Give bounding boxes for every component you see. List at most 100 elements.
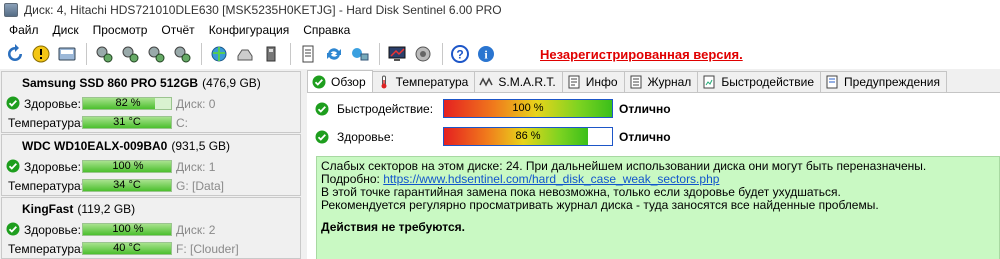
- tab-log[interactable]: Журнал: [623, 71, 699, 92]
- disk-name: KingFast: [22, 202, 74, 216]
- performance-row: Быстродействие: 100 % Отлично: [307, 97, 1000, 121]
- refresh-button[interactable]: [3, 42, 27, 66]
- tab-temperature[interactable]: Температура: [371, 71, 476, 92]
- disk-tools-3-icon: [148, 46, 165, 63]
- ok-check-icon: [315, 130, 329, 144]
- tab-smart[interactable]: S.M.A.R.T.: [474, 71, 563, 92]
- speaker-icon: [415, 46, 431, 62]
- info-icon: [568, 75, 580, 89]
- overview-panel: Быстродействие: 100 % Отлично Здоровье: …: [307, 92, 1000, 259]
- temp-label: Температура:: [8, 115, 85, 130]
- info-details-link[interactable]: https://www.hdsentinel.com/hard_disk_cas…: [383, 172, 719, 186]
- status-info-box: Слабых секторов на этом диске: 24. При д…: [316, 156, 1000, 259]
- health-value: 82 %: [115, 97, 141, 109]
- log-icon: [630, 75, 642, 89]
- disk-entry[interactable]: KingFast (119,2 GB) Здоровье: 100 % Диск…: [1, 197, 301, 259]
- health-label: Здоровье:: [24, 96, 81, 111]
- health-bar: 100 %: [82, 160, 172, 173]
- help-button[interactable]: ?: [448, 42, 472, 66]
- menu-file[interactable]: Файл: [2, 23, 46, 37]
- health-bar: 86 %: [443, 127, 613, 146]
- help-icon: ?: [451, 45, 469, 63]
- disk-index: Диск: 2: [176, 222, 216, 237]
- svg-text:?: ?: [456, 48, 463, 62]
- info-icon: i: [478, 46, 494, 62]
- health-rating: Отлично: [619, 130, 671, 144]
- disk-name: WDC WD10EALX-009BA0: [22, 139, 168, 153]
- health-value: 86 %: [515, 130, 541, 142]
- toolbar-separator: [86, 43, 87, 65]
- refresh-icon: [8, 44, 22, 61]
- info-no-action: Действия не требуются.: [321, 220, 465, 234]
- alert-button[interactable]: [29, 42, 53, 66]
- check-icon: [312, 75, 326, 88]
- disk-health-row: Здоровье: 82 % Диск: 0: [2, 94, 300, 113]
- disk-tools-4-button[interactable]: [170, 42, 194, 66]
- disk-health-row: Здоровье: 100 % Диск: 1: [2, 157, 300, 176]
- drive-button[interactable]: [233, 42, 257, 66]
- health-value: 100 %: [112, 160, 144, 172]
- temp-value: 31 °C: [82, 116, 172, 129]
- ok-check-icon: [6, 159, 20, 173]
- menu-report[interactable]: Отчёт: [154, 23, 201, 37]
- toolbar: ? i Незарегистрированная версия.: [0, 39, 1000, 69]
- health-bar: 100 %: [82, 223, 172, 236]
- volume-label: G: [Data]: [176, 178, 225, 193]
- tab-label: Журнал: [647, 75, 692, 89]
- menu-view[interactable]: Просмотр: [86, 23, 155, 37]
- speaker-button[interactable]: [411, 42, 435, 66]
- disk-tools-4-icon: [174, 46, 191, 63]
- performance-bar: 100 %: [443, 99, 613, 118]
- window-title: Диск: 4, Hitachi HDS721010DLE630 [MSK523…: [24, 3, 502, 17]
- share-button[interactable]: [348, 42, 372, 66]
- disk-index: Диск: 0: [176, 96, 216, 111]
- disk-temp-row: Температура: 31 °C C:: [2, 113, 300, 132]
- disk-header: WDC WD10EALX-009BA0 (931,5 GB): [2, 135, 300, 157]
- disk-temp-row: Температура: 40 °C F: [Clouder]: [2, 239, 300, 258]
- tab-label: Обзор: [331, 74, 366, 89]
- menu-bar: Файл Диск Просмотр Отчёт Конфигурация Сп…: [0, 20, 1000, 39]
- tab-overview[interactable]: Обзор: [307, 70, 373, 92]
- disk-entry[interactable]: WDC WD10EALX-009BA0 (931,5 GB) Здоровье:…: [1, 134, 301, 196]
- monitor-button[interactable]: [385, 42, 409, 66]
- usb-drive-icon: [266, 46, 276, 62]
- disk-size: (476,9 GB): [202, 76, 261, 90]
- disk-health-row: Здоровье: 100 % Диск: 2: [2, 220, 300, 239]
- sync-button[interactable]: [322, 42, 346, 66]
- report-button[interactable]: [296, 42, 320, 66]
- unregistered-link[interactable]: Незарегистрированная версия.: [540, 47, 743, 62]
- tab-warnings[interactable]: Предупреждения: [820, 71, 947, 92]
- temp-label: Температура:: [8, 178, 85, 193]
- menu-help[interactable]: Справка: [296, 23, 357, 37]
- health-label: Здоровье:: [24, 159, 81, 174]
- menu-configuration[interactable]: Конфигурация: [202, 23, 297, 37]
- disk-tools-1-icon: [96, 46, 113, 63]
- tab-info[interactable]: Инфо: [561, 71, 625, 92]
- info-button[interactable]: i: [474, 42, 498, 66]
- network-button[interactable]: [207, 42, 231, 66]
- info-details-prefix: Подробно:: [321, 172, 384, 186]
- disk-name: Samsung SSD 860 PRO 512GB: [22, 76, 199, 90]
- disk-tools-2-button[interactable]: [118, 42, 142, 66]
- health-bar: 82 %: [82, 97, 172, 110]
- usb-drive-button[interactable]: [259, 42, 283, 66]
- temp-value: 34 °C: [82, 179, 172, 192]
- tab-performance[interactable]: Быстродействие: [697, 71, 822, 92]
- volume-label: C:: [176, 115, 188, 130]
- disk-tools-3-button[interactable]: [144, 42, 168, 66]
- sync-icon: [327, 48, 341, 60]
- disk-index: Диск: 1: [176, 159, 216, 174]
- toolbar-separator: [201, 43, 202, 65]
- disk-check-button[interactable]: [55, 42, 79, 66]
- health-label: Здоровье:: [24, 222, 81, 237]
- disk-check-icon: [58, 47, 76, 61]
- disk-entry[interactable]: Samsung SSD 860 PRO 512GB (476,9 GB) Здо…: [1, 71, 301, 133]
- menu-disk[interactable]: Диск: [46, 23, 86, 37]
- tab-label: Температура: [395, 75, 469, 89]
- toolbar-separator: [379, 43, 380, 65]
- warnings-icon: [826, 75, 838, 89]
- ok-check-icon: [6, 96, 20, 110]
- disk-tools-1-button[interactable]: [92, 42, 116, 66]
- health-value: 100 %: [112, 223, 144, 235]
- ok-check-icon: [315, 102, 329, 116]
